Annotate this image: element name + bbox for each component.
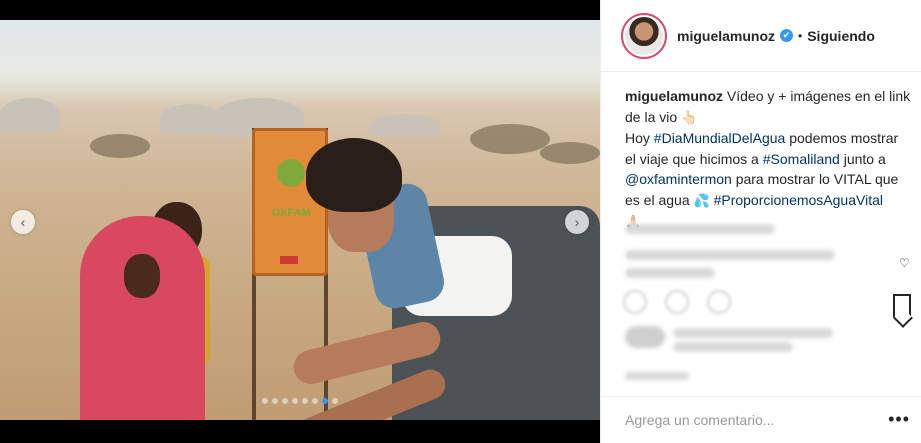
- carousel-dot-active: [322, 398, 328, 404]
- blurred-timestamp: [625, 372, 689, 380]
- carousel-dot: [292, 398, 298, 404]
- caption-text: Hoy: [625, 130, 654, 146]
- hashtag-link[interactable]: #Somaliland: [763, 151, 840, 167]
- carousel-dot: [282, 398, 288, 404]
- blurred-likes-text: [673, 328, 833, 338]
- carousel-dot: [272, 398, 278, 404]
- blurred-view-comments: [625, 224, 775, 234]
- carousel-prev-button[interactable]: ‹: [11, 210, 35, 234]
- comment-input[interactable]: [625, 412, 875, 428]
- hashtag-link[interactable]: #DiaMundialDelAgua: [654, 130, 786, 146]
- post-media: OXFAM ‹ ›: [0, 0, 600, 443]
- header-separator: •: [798, 28, 803, 43]
- post-caption: miguelamunoz Vídeo y + imágenes en el li…: [625, 86, 911, 233]
- carousel-dot: [312, 398, 318, 404]
- header-username[interactable]: miguelamunoz: [677, 28, 775, 44]
- carousel-dot: [262, 398, 268, 404]
- pointing-up-emoji: 👆🏻: [681, 109, 698, 125]
- follow-status-button[interactable]: Siguiendo: [807, 28, 875, 44]
- blurred-likes-text: [673, 342, 793, 352]
- verified-badge-icon: ✔: [780, 29, 794, 42]
- caption-username[interactable]: miguelamunoz: [625, 88, 723, 104]
- girl-figure: [80, 216, 205, 420]
- carousel-dots: [0, 398, 600, 404]
- blurred-comment: [625, 268, 715, 278]
- post-header: miguelamunoz ✔ • Siguiendo: [601, 0, 921, 72]
- chevron-left-icon: ‹: [20, 214, 26, 230]
- liked-by-avatars: [625, 326, 665, 348]
- carousel-dot: [332, 398, 338, 404]
- water-drops-emoji: 💦: [693, 192, 710, 208]
- caption-text: junto a: [839, 150, 886, 167]
- comment-icon[interactable]: [665, 290, 689, 314]
- blurred-comment: [625, 250, 835, 260]
- share-icon[interactable]: [707, 290, 731, 314]
- chevron-right-icon: ›: [574, 214, 580, 230]
- post-photo[interactable]: OXFAM: [0, 20, 600, 420]
- post-actions: [623, 290, 731, 314]
- more-options-icon[interactable]: •••: [888, 409, 910, 430]
- carousel-dot: [302, 398, 308, 404]
- man-figure: [290, 136, 600, 420]
- like-comment-heart-icon[interactable]: ♡: [899, 256, 910, 270]
- post-details-panel: miguelamunoz ✔ • Siguiendo miguelamunoz …: [600, 0, 921, 443]
- avatar[interactable]: [621, 12, 667, 59]
- hashtag-link[interactable]: #ProporcionemosAguaVital: [714, 192, 883, 208]
- like-icon[interactable]: [623, 290, 647, 314]
- carousel-next-button[interactable]: ›: [565, 210, 589, 234]
- bookmark-icon[interactable]: [893, 294, 911, 318]
- comment-footer: •••: [601, 396, 921, 443]
- mention-link[interactable]: @oxfamintermon: [625, 171, 732, 187]
